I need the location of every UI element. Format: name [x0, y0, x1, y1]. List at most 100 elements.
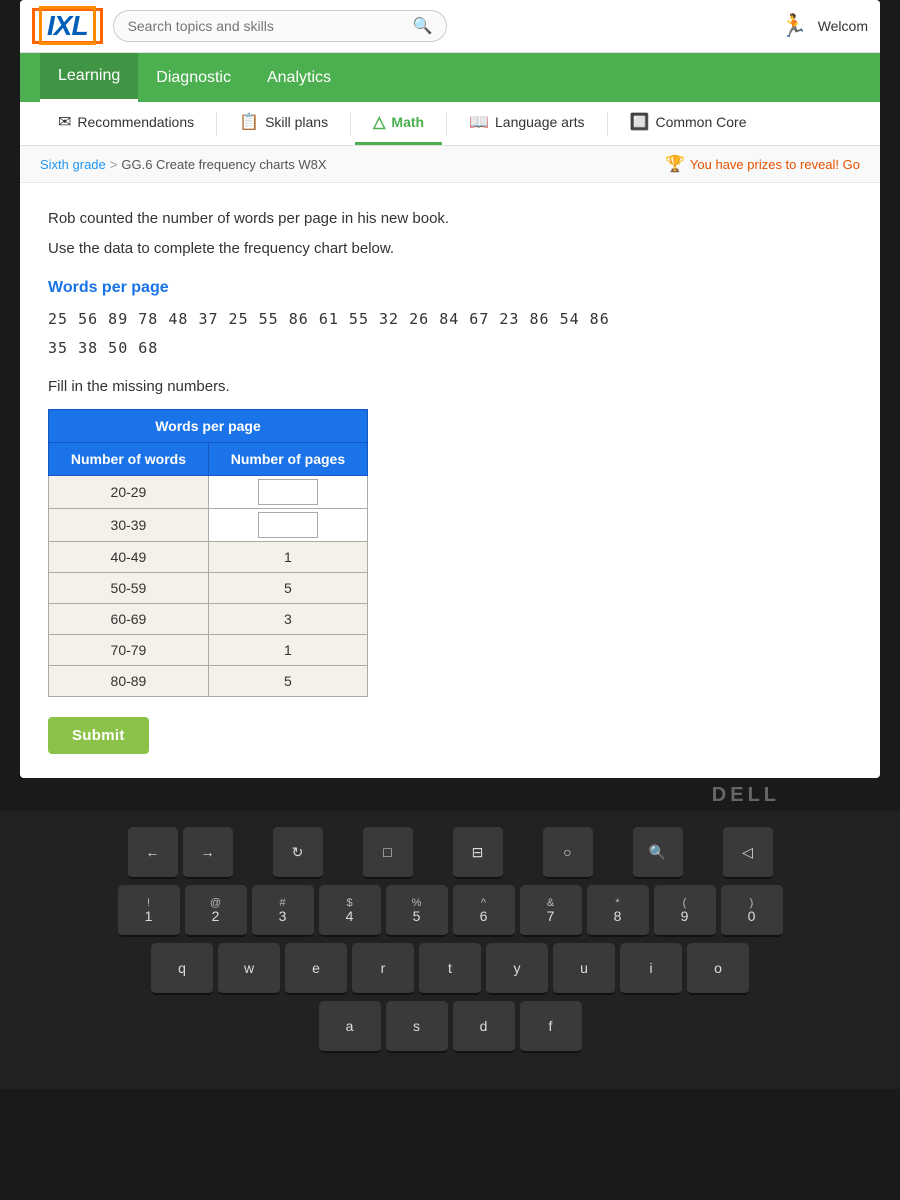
breadcrumb: Sixth grade > GG.6 Create frequency char… [40, 157, 327, 172]
pages-input[interactable] [258, 512, 318, 538]
pages-input-cell[interactable] [208, 476, 367, 509]
kb-key-i[interactable]: i [620, 943, 682, 995]
table-row: 30-39 [49, 509, 368, 542]
subnav-languagearts[interactable]: 📖 Language arts [451, 102, 602, 145]
table-row: 80-895 [49, 666, 368, 697]
table-row: 50-595 [49, 573, 368, 604]
kb-circle[interactable]: ○ [543, 827, 593, 879]
search-button[interactable]: 🔍 [413, 16, 433, 36]
kb-key-s[interactable]: s [386, 1001, 448, 1053]
table-row: 20-29 [49, 476, 368, 509]
kb-refresh[interactable]: ↻ [273, 827, 323, 879]
subnav-skillplans-label: Skill plans [265, 114, 328, 130]
kb-key-a[interactable]: a [319, 1001, 381, 1053]
kb-key-r[interactable]: r [352, 943, 414, 995]
table-header-words: Words per page [49, 410, 368, 443]
kb-back-key[interactable]: ◁ [723, 827, 773, 879]
kb-qwerty-row: q w e r t y u i o [10, 943, 890, 995]
kb-nav-row: ← → ↻ □ ⊟ ○ 🔍 ◁ [10, 827, 890, 879]
pages-value-cell: 5 [208, 666, 367, 697]
col-header-pages: Number of pages [208, 443, 367, 476]
range-cell: 50-59 [49, 573, 209, 604]
range-cell: 80-89 [49, 666, 209, 697]
kb-split[interactable]: ⊟ [453, 827, 503, 879]
pages-input[interactable] [258, 479, 318, 505]
welcome-text: Welcom [818, 18, 868, 34]
range-cell: 70-79 [49, 635, 209, 666]
problem-line2: Use the data to complete the frequency c… [48, 237, 852, 261]
search-input[interactable] [128, 18, 413, 34]
range-cell: 20-29 [49, 476, 209, 509]
kb-key-1[interactable]: !1 [118, 885, 180, 937]
nav-item-learning[interactable]: Learning [40, 53, 138, 102]
dell-logo: DELL [0, 778, 900, 811]
frequency-table: Words per pageNumber of wordsNumber of p… [48, 409, 368, 697]
kb-search-key[interactable]: 🔍 [633, 827, 683, 879]
nav-item-diagnostic[interactable]: Diagnostic [138, 55, 249, 101]
kb-forward-arrow[interactable]: → [183, 827, 233, 879]
kb-key-2[interactable]: @2 [185, 885, 247, 937]
kb-window[interactable]: □ [363, 827, 413, 879]
kb-back-arrow[interactable]: ← [128, 827, 178, 879]
words-label: Words per page [48, 279, 852, 297]
kb-key-0[interactable]: )0 [721, 885, 783, 937]
divider4 [607, 112, 608, 136]
commoncore-icon: 🔲 [630, 112, 650, 132]
kb-key-q[interactable]: q [151, 943, 213, 995]
kb-key-y[interactable]: y [486, 943, 548, 995]
pages-value-cell: 3 [208, 604, 367, 635]
submit-button[interactable]: Submit [48, 717, 149, 754]
words-row2: 35 38 50 68 [48, 334, 852, 363]
kb-key-5[interactable]: %5 [386, 885, 448, 937]
kb-key-8[interactable]: *8 [587, 885, 649, 937]
kb-key-o[interactable]: o [687, 943, 749, 995]
problem-line1: Rob counted the number of words per page… [48, 207, 852, 231]
skillplans-icon: 📋 [239, 112, 259, 132]
range-cell: 40-49 [49, 542, 209, 573]
sub-nav: ✉ Recommendations 📋 Skill plans △ Math 📖… [20, 102, 880, 146]
subnav-math-label: Math [391, 114, 424, 130]
kb-asdf-row: a s d f [10, 1001, 890, 1053]
divider2 [350, 112, 351, 136]
kb-key-w[interactable]: w [218, 943, 280, 995]
keyboard: ← → ↻ □ ⊟ ○ 🔍 ◁ !1 @2 #3 $4 %5 ^6 &7 *8 … [0, 811, 900, 1089]
subnav-recommendations-label: Recommendations [77, 114, 194, 130]
kb-key-f[interactable]: f [520, 1001, 582, 1053]
kb-key-t[interactable]: t [419, 943, 481, 995]
top-bar: IXL 🔍 🏃 Welcom [20, 0, 880, 53]
search-bar[interactable]: 🔍 [113, 10, 448, 42]
pages-value-cell: 5 [208, 573, 367, 604]
subnav-languagearts-label: Language arts [495, 114, 585, 130]
breadcrumb-skill: GG.6 Create frequency charts W8X [121, 157, 326, 172]
languagearts-icon: 📖 [469, 112, 489, 132]
prize-text: You have prizes to reveal! Go [690, 157, 860, 172]
subnav-commoncore-label: Common Core [655, 114, 746, 130]
pages-input-cell[interactable] [208, 509, 367, 542]
words-section: Words per page 25 56 89 78 48 37 25 55 8… [48, 279, 852, 362]
divider3 [446, 112, 447, 136]
range-cell: 30-39 [49, 509, 209, 542]
subnav-math[interactable]: △ Math [355, 102, 442, 145]
subnav-commoncore[interactable]: 🔲 Common Core [612, 102, 765, 145]
recommendations-icon: ✉ [58, 112, 71, 132]
kb-key-d[interactable]: d [453, 1001, 515, 1053]
kb-key-4[interactable]: $4 [319, 885, 381, 937]
kb-key-7[interactable]: &7 [520, 885, 582, 937]
kb-key-u[interactable]: u [553, 943, 615, 995]
kb-key-e[interactable]: e [285, 943, 347, 995]
kb-key-9[interactable]: (9 [654, 885, 716, 937]
words-row1: 25 56 89 78 48 37 25 55 86 61 55 32 26 8… [48, 305, 852, 334]
breadcrumb-bar: Sixth grade > GG.6 Create frequency char… [20, 146, 880, 183]
kb-key-6[interactable]: ^6 [453, 885, 515, 937]
range-cell: 60-69 [49, 604, 209, 635]
breadcrumb-grade[interactable]: Sixth grade [40, 157, 106, 172]
subnav-recommendations[interactable]: ✉ Recommendations [40, 102, 212, 145]
nav-item-analytics[interactable]: Analytics [249, 55, 349, 101]
user-icon: 🏃 [780, 13, 807, 39]
table-row: 40-491 [49, 542, 368, 573]
subnav-skillplans[interactable]: 📋 Skill plans [221, 102, 346, 145]
pages-value-cell: 1 [208, 635, 367, 666]
pages-value-cell: 1 [208, 542, 367, 573]
kb-key-3[interactable]: #3 [252, 885, 314, 937]
browser-screen: IXL 🔍 🏃 Welcom Learning Diagnostic Analy… [20, 0, 880, 778]
